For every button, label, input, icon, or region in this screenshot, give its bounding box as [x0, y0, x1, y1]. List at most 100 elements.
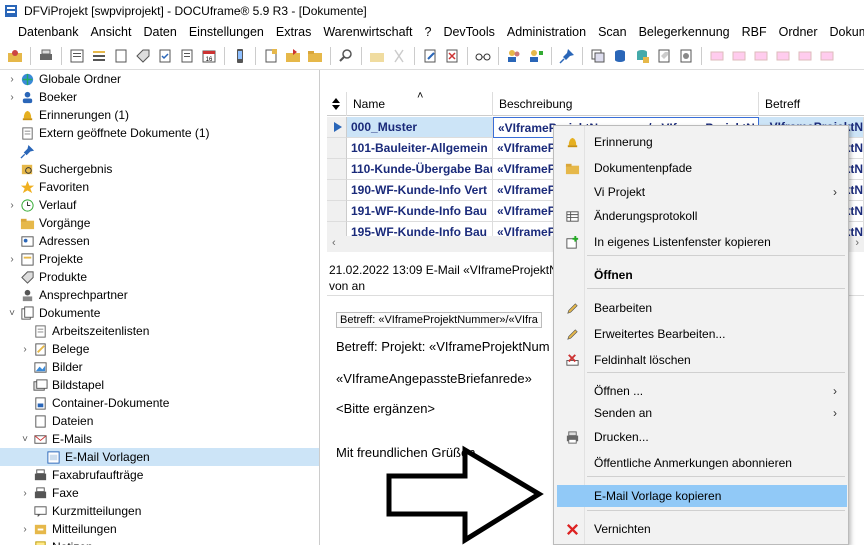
database-tag-icon[interactable] — [634, 48, 650, 64]
row-header[interactable] — [327, 180, 347, 201]
column-header-subject[interactable]: Betreff — [759, 92, 864, 116]
context-menu-item[interactable]: Bearbeiten — [557, 297, 847, 319]
context-menu-item[interactable]: Vernichten — [557, 518, 847, 540]
document-lines-icon[interactable] — [179, 48, 195, 64]
menu-1[interactable]: Ansicht — [84, 22, 137, 42]
printer-icon[interactable] — [38, 48, 54, 64]
tag-document-icon[interactable] — [656, 48, 672, 64]
menu-12[interactable]: Ordner — [773, 22, 824, 42]
cell-name[interactable]: 110-Kunde-Übergabe Bau — [347, 159, 493, 180]
collapse-icon[interactable]: ˅ — [6, 307, 18, 319]
mail-disabled-icon[interactable] — [709, 48, 725, 64]
search-icon[interactable] — [338, 48, 354, 64]
expand-icon[interactable]: › — [19, 541, 31, 545]
document-check-icon[interactable] — [157, 48, 173, 64]
context-menu-item[interactable]: Änderungsprotokoll — [557, 205, 847, 227]
tree-item[interactable]: › Mitteilungen — [0, 520, 319, 538]
copy-icon[interactable] — [590, 48, 606, 64]
tree-item[interactable]: ˅ Dokumente — [0, 304, 319, 322]
user-folder-icon[interactable] — [7, 48, 23, 64]
cut-disabled-icon[interactable] — [391, 48, 407, 64]
mail-disabled-icon[interactable] — [797, 48, 813, 64]
mail-disabled-icon[interactable] — [753, 48, 769, 64]
cell-name[interactable]: 101-Bauleiter-Allgemein — [347, 138, 493, 159]
menu-8[interactable]: Administration — [501, 22, 592, 42]
expand-icon[interactable]: › — [6, 73, 18, 85]
new-document-icon[interactable] — [263, 48, 279, 64]
context-menu-item[interactable]: Feldinhalt löschen — [557, 349, 847, 371]
scroll-left-icon[interactable]: ‹ — [332, 237, 336, 249]
list-icon[interactable] — [69, 48, 85, 64]
context-menu-item[interactable]: In eigenes Listenfenster kopieren — [557, 231, 847, 253]
mail-disabled-icon[interactable] — [819, 48, 835, 64]
menu-4[interactable]: Extras — [270, 22, 317, 42]
delete-document-icon[interactable] — [444, 48, 460, 64]
menu-13[interactable]: Dokum — [824, 22, 864, 42]
tree-item[interactable]: Produkte — [0, 268, 319, 286]
collapse-icon[interactable]: ˅ — [19, 433, 31, 445]
tree-item[interactable] — [0, 142, 319, 160]
tag-icon[interactable] — [135, 48, 151, 64]
tree-item[interactable]: E-Mail Vorlagen — [0, 448, 319, 466]
calendar-icon[interactable]: 16 — [201, 48, 217, 64]
expand-icon[interactable]: › — [19, 343, 31, 355]
document-settings-icon[interactable] — [678, 48, 694, 64]
tree-item[interactable]: Ansprechpartner — [0, 286, 319, 304]
scroll-right-icon[interactable]: › — [855, 237, 859, 249]
expand-icon[interactable]: › — [19, 487, 31, 499]
tree-item[interactable]: › Globale Ordner — [0, 70, 319, 88]
tree-item[interactable]: Dateien — [0, 412, 319, 430]
context-menu-item[interactable]: Öffnen ... › — [557, 380, 847, 402]
tree-item[interactable]: Erinnerungen (1) — [0, 106, 319, 124]
tree-item[interactable]: › Verlauf — [0, 196, 319, 214]
cell-name[interactable]: 190-WF-Kunde-Info Vert — [347, 180, 493, 201]
menu-2[interactable]: Daten — [137, 22, 182, 42]
menu-3[interactable]: Einstellungen — [183, 22, 270, 42]
expand-icon[interactable]: › — [6, 253, 18, 265]
tree-item[interactable]: Faxabrufaufträge — [0, 466, 319, 484]
folder-arrow-icon[interactable] — [285, 48, 301, 64]
column-chooser-button[interactable] — [327, 92, 347, 116]
menu-11[interactable]: RBF — [736, 22, 773, 42]
menu-7[interactable]: DevTools — [437, 22, 500, 42]
cell-name[interactable]: 191-WF-Kunde-Info Bau — [347, 201, 493, 222]
expand-icon[interactable]: › — [6, 91, 18, 103]
menu-5[interactable]: Warenwirtschaft — [317, 22, 418, 42]
pin-icon[interactable] — [559, 48, 575, 64]
tree-item[interactable]: › Boeker — [0, 88, 319, 106]
column-header-description[interactable]: Beschreibung — [493, 92, 759, 116]
row-header[interactable] — [327, 138, 347, 159]
tree-item[interactable]: Bildstapel — [0, 376, 319, 394]
tree-item[interactable]: Suchergebnis — [0, 160, 319, 178]
tree-item[interactable]: Kurzmitteilungen — [0, 502, 319, 520]
document-icon[interactable] — [113, 48, 129, 64]
menu-10[interactable]: Belegerkennung — [633, 22, 736, 42]
context-menu-item[interactable]: Drucken... — [557, 426, 847, 448]
glasses-icon[interactable] — [475, 48, 491, 64]
column-header-name[interactable]: Name ˄ — [347, 90, 493, 116]
tree-item[interactable]: Vorgänge — [0, 214, 319, 232]
context-menu-item[interactable]: Dokumentenpfade — [557, 157, 847, 179]
context-menu-item[interactable]: Vi Projekt › — [557, 181, 847, 203]
tree-item[interactable]: › Belege — [0, 340, 319, 358]
context-menu-item[interactable]: Senden an › — [557, 402, 847, 424]
tree-item[interactable]: ˅ E-Mails — [0, 430, 319, 448]
mail-disabled-icon[interactable] — [775, 48, 791, 64]
menu-0[interactable]: Datenbank — [12, 22, 84, 42]
folder-disabled-icon[interactable] — [369, 48, 385, 64]
tree-item[interactable]: Bilder — [0, 358, 319, 376]
tree-item[interactable]: › Projekte — [0, 250, 319, 268]
tree-item[interactable]: Favoriten — [0, 178, 319, 196]
tree-item[interactable]: Adressen — [0, 232, 319, 250]
tree-item[interactable]: Arbeitszeitenlisten — [0, 322, 319, 340]
context-menu-item[interactable]: Erinnerung — [557, 131, 847, 153]
row-header[interactable] — [327, 159, 347, 180]
menu-6[interactable]: ? — [418, 22, 437, 42]
tree-item[interactable]: Container-Dokumente — [0, 394, 319, 412]
folder-icon[interactable] — [307, 48, 323, 64]
database-icon[interactable] — [612, 48, 628, 64]
users-icon[interactable] — [506, 48, 522, 64]
context-menu-item[interactable]: Öffnen — [557, 264, 847, 286]
expand-icon[interactable]: › — [6, 199, 18, 211]
tree-item[interactable]: › Notizen — [0, 538, 319, 545]
